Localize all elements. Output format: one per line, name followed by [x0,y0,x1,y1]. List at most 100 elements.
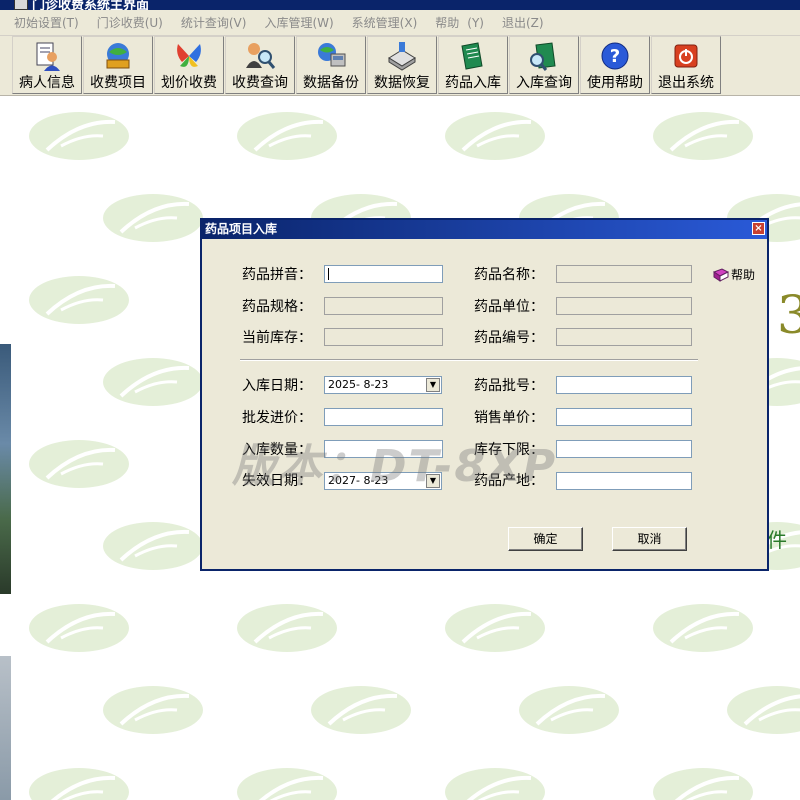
batch-label: 药品批号： [474,378,544,394]
menu-exit[interactable]: 退出(Z) [502,14,544,31]
leaf-pattern [103,522,203,570]
spec-input[interactable] [324,297,443,315]
menu-stock-management[interactable]: 入库管理(W) [264,14,333,31]
search-icon [246,43,276,69]
pinyin-label: 药品拼音： [242,267,312,283]
data-backup-button[interactable]: 数据备份 [296,36,366,94]
origin-input[interactable] [556,472,692,490]
help-book-icon [713,267,729,282]
leaf-pattern [29,768,129,800]
stock-query-icon [530,42,556,71]
menu-outpatient-billing[interactable]: 门诊收费(U) [97,14,163,31]
menu-help[interactable]: 帮助 [435,14,459,31]
data-backup-label: 数据备份 [303,75,359,91]
svg-text:?: ? [610,46,620,67]
pricing-icon [177,44,201,67]
menu-statistics[interactable]: 统计查询(V) [181,14,247,31]
patient-info-label: 病人信息 [19,75,75,91]
data-restore-button[interactable]: 数据恢复 [367,36,437,94]
leaf-pattern [237,768,337,800]
leaf-pattern [727,686,800,734]
restore-icon [388,42,416,71]
wholesale-price-input[interactable] [324,408,443,426]
background-scenery-edge [0,96,11,800]
fee-query-button[interactable]: 收费查询 [225,36,295,94]
app-icon [14,0,28,10]
leaf-pattern [237,112,337,160]
in-date-picker[interactable]: 2025- 8-23 ▼ [324,376,442,394]
leaf-pattern [29,440,129,488]
leaf-pattern [29,276,129,324]
menu-init-settings[interactable]: 初始设置(T) [14,14,79,31]
fee-items-icon [106,43,130,69]
leaf-pattern [653,604,753,652]
leaf-pattern [445,604,545,652]
leaf-pattern [103,358,203,406]
cancel-button[interactable]: 取消 [612,527,687,551]
drug-name-label: 药品名称： [474,267,544,283]
leaf-pattern [237,604,337,652]
wholesale-price-label: 批发进价： [242,410,312,426]
retail-price-label: 销售单价： [474,410,544,426]
usage-help-label: 使用帮助 [587,75,643,91]
fee-items-label: 收费项目 [90,75,146,91]
drug-code-input[interactable] [556,328,692,346]
spec-label: 药品规格： [242,299,312,315]
leaf-pattern [311,686,411,734]
usage-help-button[interactable]: ? 使用帮助 [580,36,650,94]
drug-stock-in-button[interactable]: 药品入库 [438,36,508,94]
drug-name-input[interactable] [556,265,692,283]
background-side-text: 件 [767,528,787,552]
leaf-pattern [29,112,129,160]
menu-help-shortcut[interactable]: (Y) [467,16,484,30]
fee-items-button[interactable]: 收费项目 [83,36,153,94]
menu-bar: 初始设置(T) 门诊收费(U) 统计查询(V) 入库管理(W) 系统管理(X) … [0,10,800,36]
dialog-help-button[interactable]: 帮助 [713,266,755,283]
backup-icon [318,43,346,67]
leaf-pattern [103,686,203,734]
menu-system-management[interactable]: 系统管理(X) [352,14,418,31]
pricing-button[interactable]: 划价收费 [154,36,224,94]
section-divider [240,359,698,361]
chevron-down-icon[interactable]: ▼ [426,378,440,392]
unit-input[interactable] [556,297,692,315]
leaf-pattern [445,768,545,800]
batch-input[interactable] [556,376,692,394]
version-watermark: 版本：DT-8XP [232,441,558,492]
pricing-label: 划价收费 [161,75,217,91]
dialog-title-bar: 药品项目入库 × [202,220,767,239]
dialog-title: 药品项目入库 [205,222,278,236]
unit-label: 药品单位： [474,299,544,315]
data-restore-label: 数据恢复 [374,75,430,91]
leaf-pattern [29,604,129,652]
power-icon [674,44,698,68]
toolbar: 病人信息 收费项目 划价收费 收费查询 数据备份 数据恢复 药品入库 入库查询 … [0,36,800,96]
leaf-pattern [519,686,619,734]
scenery-image [0,344,11,594]
stock-query-button[interactable]: 入库查询 [509,36,579,94]
current-stock-label: 当前库存： [242,330,312,346]
in-date-label: 入库日期： [242,378,312,394]
help-icon: ? [601,42,629,70]
leaf-pattern [445,112,545,160]
leaf-pattern [653,768,753,800]
patient-info-button[interactable]: 病人信息 [12,36,82,94]
patient-icon [36,42,60,71]
window-title: 门诊收费系统主界面 [32,0,150,10]
dialog-help-label: 帮助 [731,268,756,282]
confirm-button[interactable]: 确定 [508,527,583,551]
background-big-text: 3 [776,286,800,346]
drug-stock-in-label: 药品入库 [445,75,501,91]
dialog-close-button[interactable]: × [752,222,765,235]
drug-stock-in-dialog: 药品项目入库 × 帮助 药品拼音： 药品名称： 药品规格： 药品单位： 当前库存… [200,218,769,571]
retail-price-input[interactable] [556,408,692,426]
pinyin-input[interactable] [324,265,443,283]
drug-stock-in-icon [461,42,483,70]
stock-query-label: 入库查询 [516,75,572,91]
in-date-value: 2025- 8-23 [328,378,389,391]
drug-code-label: 药品编号： [474,330,544,346]
min-stock-input[interactable] [556,440,692,458]
window-title-bar: 门诊收费系统主界面 [0,0,800,10]
current-stock-input[interactable] [324,328,443,346]
exit-system-button[interactable]: 退出系统 [651,36,721,94]
